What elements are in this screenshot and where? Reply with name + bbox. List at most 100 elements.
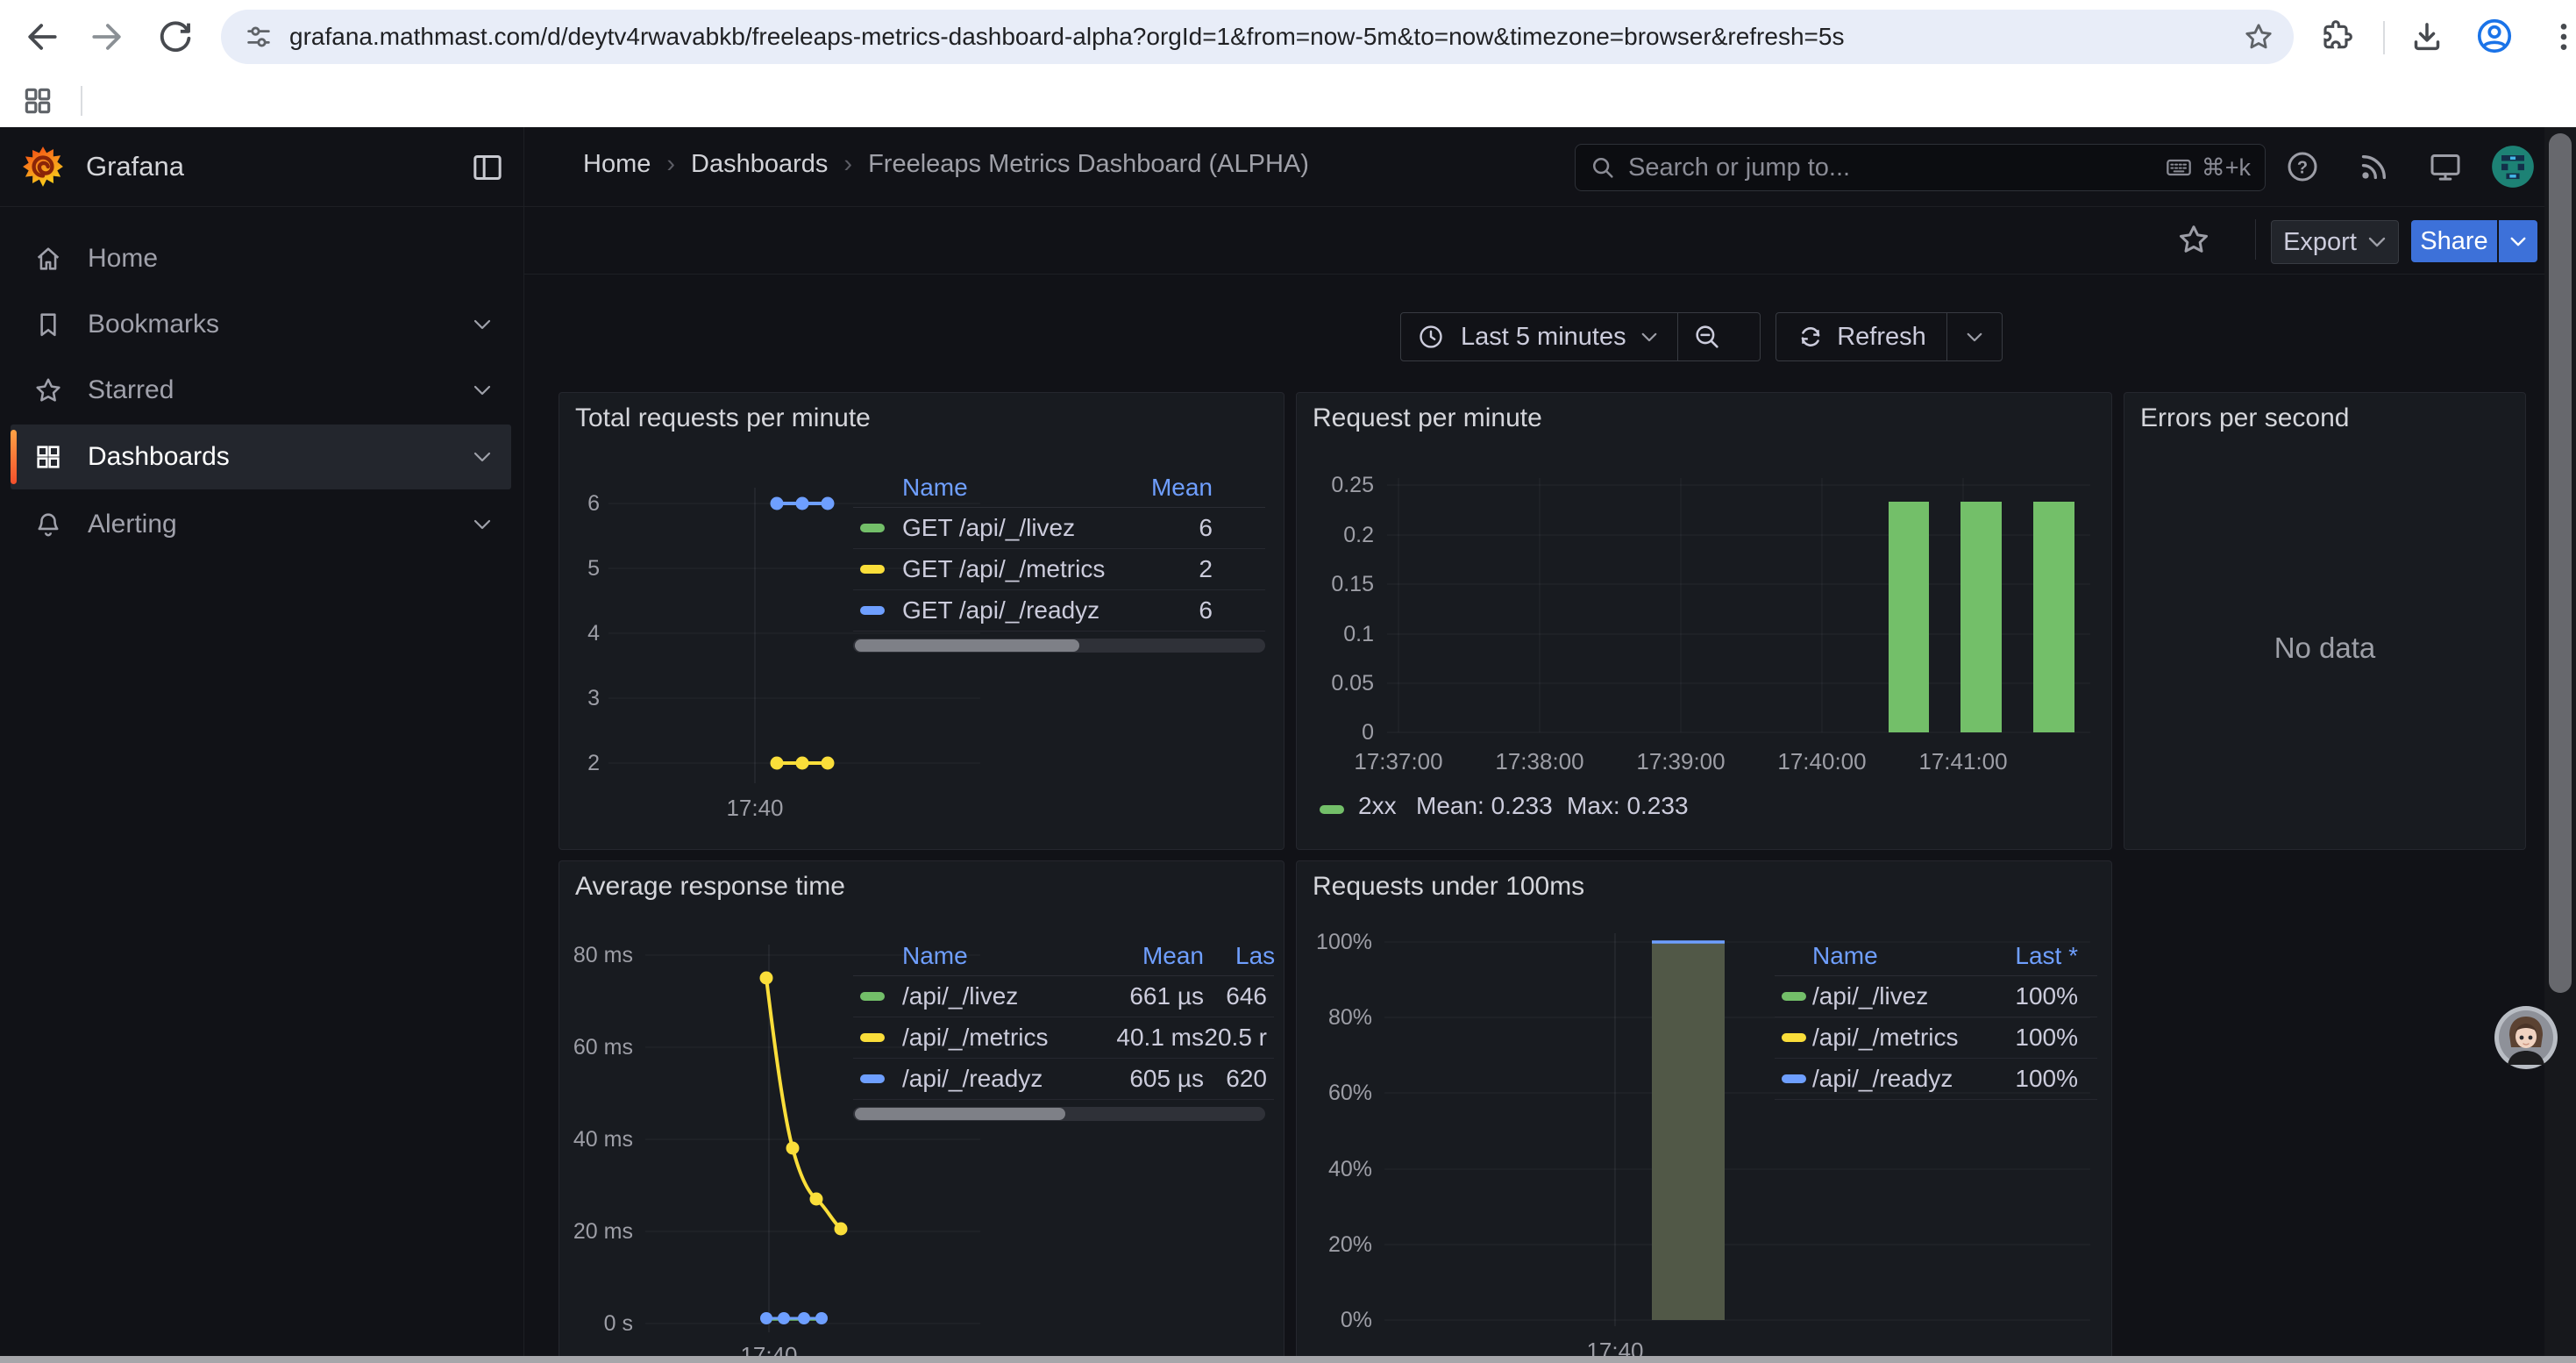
sidebar-header: Grafana [0,127,523,207]
col-mean[interactable]: Mean [1099,474,1213,502]
extensions-icon[interactable] [2318,19,2353,54]
refresh-button[interactable]: Refresh [1776,323,1946,352]
col-name[interactable]: Name [902,942,968,970]
legend-row[interactable]: GET /api/_/readyz 6 [853,589,1265,632]
sidebar-item-alerting[interactable]: Alerting [11,494,511,555]
panel-title[interactable]: Requests under 100ms [1313,872,1584,902]
download-icon[interactable] [2409,19,2444,54]
y-tick: 20 ms [573,1219,633,1244]
legend-scrollbar[interactable] [853,639,1265,653]
panel-title[interactable]: Request per minute [1313,403,1542,433]
url-text[interactable]: grafana.mathmast.com/d/deytv4rwavabkb/fr… [289,23,1844,51]
y-tick: 60 ms [573,1035,633,1060]
sidebar-item-home[interactable]: Home [11,228,511,289]
legend-row[interactable]: /api/_/metrics 40.1 ms 20.5 r [853,1017,1274,1059]
series-name[interactable]: /api/_/readyz [1812,1065,1953,1093]
col-last[interactable]: Las [1235,942,1275,970]
legend-row[interactable]: /api/_/readyz 100% [1775,1058,2097,1100]
assistant-avatar[interactable] [2494,1005,2558,1070]
favorite-star-icon[interactable] [2176,222,2211,257]
panel-title[interactable]: Average response time [575,872,845,902]
legend-series-name[interactable]: 2xx [1358,792,1397,820]
sidebar-toggle-icon[interactable] [470,150,505,185]
export-label: Export [2283,228,2357,257]
breadcrumb-home[interactable]: Home [583,150,651,179]
legend-table: Name Last * /api/_/livez 100% /api/_/met… [1775,938,2097,1105]
sidebar-item-label: Dashboards [88,442,230,472]
series-mean: 2 [1099,555,1213,583]
browser-toolbar: grafana.mathmast.com/d/deytv4rwavabkb/fr… [0,0,2576,74]
no-data-message: No data [2124,632,2525,665]
series-mean: 6 [1099,596,1213,624]
y-tick: 0.1 [1343,622,1374,646]
legend-row[interactable]: /api/_/readyz 605 µs 620 [853,1058,1274,1100]
legend-row[interactable]: /api/_/livez 661 µs 646 [853,975,1274,1017]
series-name[interactable]: /api/_/metrics [902,1024,1049,1052]
panel-title[interactable]: Errors per second [2140,403,2349,433]
breadcrumb-dashboards[interactable]: Dashboards [691,150,828,179]
chevron-down-icon [2367,236,2387,248]
site-settings-icon[interactable] [244,22,274,52]
request-per-minute-chart[interactable]: 0.25 0.2 0.15 0.1 0.05 0 17:37:00 17:38:… [1304,467,2097,783]
legend-row[interactable]: /api/_/metrics 100% [1775,1017,2097,1059]
active-indicator [11,430,17,484]
apps-grid-icon[interactable] [21,84,54,118]
series-name[interactable]: /api/_/livez [902,982,1018,1010]
sidebar-item-starred[interactable]: Starred [11,360,511,421]
series-name[interactable]: /api/_/metrics [1812,1024,1959,1052]
series-name[interactable]: /api/_/livez [1812,982,1928,1010]
help-icon[interactable]: ? [2285,149,2320,184]
y-tick: 0.05 [1331,671,1374,696]
scrollbar-thumb[interactable] [2549,133,2572,993]
forward-icon[interactable] [88,18,126,56]
series-last: 100% [1966,1024,2078,1052]
profile-icon[interactable] [2474,16,2515,56]
panel-errors-per-second: Errors per second No data [2124,392,2526,850]
user-avatar[interactable] [2490,144,2536,189]
legend-row[interactable]: GET /api/_/metrics 2 [853,548,1265,590]
series-name[interactable]: GET /api/_/metrics [902,555,1105,583]
reload-icon[interactable] [156,18,195,56]
col-name[interactable]: Name [1812,942,1878,970]
series-name[interactable]: GET /api/_/livez [902,514,1075,542]
bookmarks-divider [81,86,82,116]
series-last: 620 [1144,1065,1267,1093]
refresh-interval-button[interactable] [1947,332,2002,343]
grafana-logo[interactable] [21,145,65,189]
legend-row[interactable]: GET /api/_/livez 6 [853,507,1265,549]
col-mean[interactable]: Mean [1028,942,1204,970]
legend-scrollbar[interactable] [853,1107,1265,1121]
series-name[interactable]: GET /api/_/readyz [902,596,1099,624]
series-color-chip [1320,805,1344,814]
series-color-chip [860,1033,885,1042]
zoom-out-button[interactable] [1678,322,1736,352]
x-tick: 17:38:00 [1495,748,1583,774]
browser-menu-icon[interactable] [2546,19,2576,54]
bookmark-star-icon[interactable] [2243,21,2274,53]
share-button[interactable]: Share [2411,220,2497,262]
sidebar-item-label: Bookmarks [88,310,219,339]
export-button[interactable]: Export [2271,220,2399,264]
series-color-chip [860,1074,885,1083]
col-name[interactable]: Name [902,474,968,502]
url-bar[interactable]: grafana.mathmast.com/d/deytv4rwavabkb/fr… [221,10,2294,64]
sidebar-item-dashboards[interactable]: Dashboards [11,425,511,489]
sidebar-item-bookmarks[interactable]: Bookmarks [11,294,511,355]
news-rss-icon[interactable] [2357,149,2392,184]
col-last[interactable]: Last * [1966,942,2078,970]
share-menu-button[interactable] [2499,220,2537,262]
time-range-picker[interactable]: Last 5 minutes [1400,312,1761,361]
panel-title[interactable]: Total requests per minute [575,403,871,433]
search-input[interactable]: Search or jump to... ⌘+k [1575,144,2266,191]
keyboard-icon [2165,153,2193,182]
series-name[interactable]: /api/_/readyz [902,1065,1042,1093]
legend-row[interactable]: /api/_/livez 100% [1775,975,2097,1017]
breadcrumb: Home › Dashboards › Freeleaps Metrics Da… [583,150,1309,179]
series-last: 100% [1966,1065,2078,1093]
search-shortcut: ⌘+k [2202,154,2251,182]
chevron-down-icon [1966,332,1983,343]
legend-table: Name Mean Las /api/_/livez 661 µs 646 /a… [853,938,1274,1124]
y-tick: 20% [1328,1232,1372,1257]
back-icon[interactable] [23,18,61,56]
monitor-icon[interactable] [2428,149,2463,184]
